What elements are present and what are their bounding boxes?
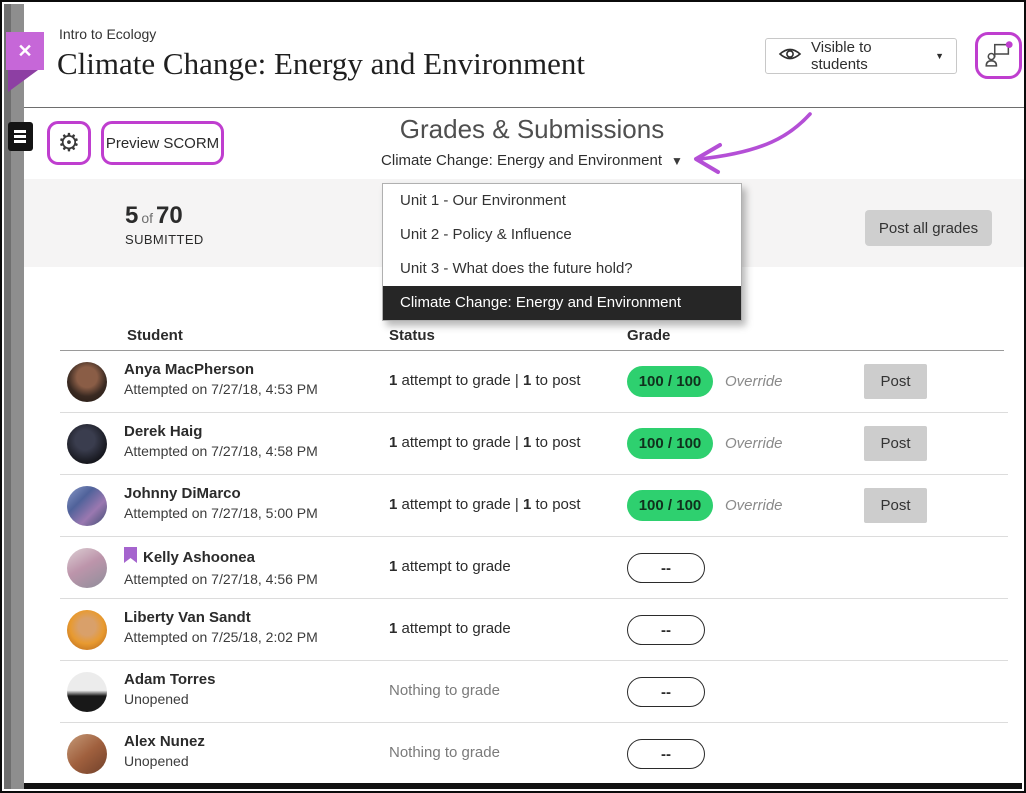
of-label: of	[138, 210, 156, 226]
bookmark-flag-icon	[124, 547, 137, 568]
attempt-subtext: Attempted on 7/27/18, 4:53 PM	[124, 381, 318, 397]
grade-pill-empty[interactable]: --	[627, 677, 705, 707]
post-all-grades-button[interactable]: Post all grades	[865, 210, 992, 246]
column-header-status: Status	[389, 327, 435, 344]
visibility-dropdown-button[interactable]: Visible to students ▼	[765, 38, 957, 74]
student-name[interactable]: Adam Torres	[124, 671, 215, 688]
preview-scorm-button[interactable]: Preview SCORM	[101, 121, 224, 165]
table-row: Anya MacPherson Attempted on 7/27/18, 4:…	[60, 351, 1008, 413]
column-header-grade: Grade	[627, 327, 670, 344]
student-activity-button[interactable]	[975, 32, 1022, 79]
page-title: Climate Change: Energy and Environment	[57, 46, 585, 82]
table-row: Johnny DiMarco Attempted on 7/27/18, 5:0…	[60, 475, 1008, 537]
attempt-subtext: Attempted on 7/27/18, 5:00 PM	[124, 505, 318, 521]
annotation-arrow	[684, 108, 814, 185]
eye-icon	[778, 46, 802, 67]
item-selector-label: Climate Change: Energy and Environment	[381, 152, 662, 169]
student-rows: Anya MacPherson Attempted on 7/27/18, 4:…	[60, 351, 1008, 785]
caret-down-icon: ▼	[671, 154, 683, 168]
attempt-subtext: Unopened	[124, 753, 205, 769]
course-name: Intro to Ecology	[59, 26, 156, 42]
student-name[interactable]: Johnny DiMarco	[124, 485, 241, 502]
override-label: Override	[725, 497, 783, 514]
menu-item-unit3[interactable]: Unit 3 - What does the future hold?	[383, 252, 741, 286]
table-row: Kelly Ashoonea Attempted on 7/27/18, 4:5…	[60, 537, 1008, 599]
close-button[interactable]: ✕	[6, 32, 44, 70]
attempt-subtext: Attempted on 7/25/18, 2:02 PM	[124, 629, 318, 645]
item-selector[interactable]: Climate Change: Energy and Environment ▼	[381, 152, 683, 169]
grade-pill[interactable]: 100 / 100	[627, 490, 713, 521]
avatar	[67, 548, 107, 588]
grade-pill-empty[interactable]: --	[627, 739, 705, 769]
status-text: 1 attempt to grade	[389, 620, 511, 637]
item-selector-menu: Unit 1 - Our Environment Unit 2 - Policy…	[382, 183, 742, 321]
status-text: 1 attempt to grade	[389, 558, 511, 575]
menu-item-unit2[interactable]: Unit 2 - Policy & Influence	[383, 218, 741, 252]
bottom-bar	[24, 783, 1022, 789]
menu-item-unit1[interactable]: Unit 1 - Our Environment	[383, 184, 741, 218]
avatar	[67, 672, 107, 712]
status-text: 1 attempt to grade | 1 to post	[389, 434, 581, 451]
table-row: Liberty Van Sandt Attempted on 7/25/18, …	[60, 599, 1008, 661]
settings-button[interactable]: ⚙	[47, 121, 91, 165]
gear-icon: ⚙	[58, 128, 80, 158]
avatar	[67, 424, 107, 464]
menu-icon[interactable]	[8, 122, 33, 151]
grade-pill[interactable]: 100 / 100	[627, 428, 713, 459]
total-count: 70	[156, 202, 183, 229]
grade-pill[interactable]: 100 / 100	[627, 366, 713, 397]
grade-pill-empty[interactable]: --	[627, 615, 705, 645]
student-name[interactable]: Liberty Van Sandt	[124, 609, 251, 626]
grades-submissions-page: ✕ Intro to Ecology Climate Change: Energ…	[0, 0, 1026, 793]
submitted-label: SUBMITTED	[125, 232, 204, 247]
student-name[interactable]: Derek Haig	[124, 423, 202, 440]
header-divider	[24, 107, 1024, 108]
student-name[interactable]: Alex Nunez	[124, 733, 205, 750]
submitted-count: 5	[125, 202, 138, 229]
section-title: Grades & Submissions	[332, 114, 732, 145]
post-button[interactable]: Post	[864, 426, 927, 461]
post-button[interactable]: Post	[864, 488, 927, 523]
post-button[interactable]: Post	[864, 364, 927, 399]
avatar	[67, 362, 107, 402]
submission-stats: 5of70 SUBMITTED	[125, 202, 204, 247]
column-header-student: Student	[127, 327, 183, 344]
override-label: Override	[725, 373, 783, 390]
table-row: Adam Torres Unopened Nothing to grade --	[60, 661, 1008, 723]
override-label: Override	[725, 435, 783, 452]
status-text: 1 attempt to grade | 1 to post	[389, 496, 581, 513]
grade-pill-empty[interactable]: --	[627, 553, 705, 583]
visibility-label: Visible to students	[811, 39, 924, 73]
avatar	[67, 734, 107, 774]
table-row: Derek Haig Attempted on 7/27/18, 4:58 PM…	[60, 413, 1008, 475]
status-text: Nothing to grade	[389, 744, 500, 761]
attempt-subtext: Attempted on 7/27/18, 4:56 PM	[124, 571, 318, 587]
status-text: Nothing to grade	[389, 682, 500, 699]
avatar	[67, 610, 107, 650]
menu-item-climate-change-selected[interactable]: Climate Change: Energy and Environment	[383, 286, 741, 320]
student-activity-icon	[982, 37, 1016, 74]
student-name[interactable]: Kelly Ashoonea	[143, 549, 255, 566]
table-row: Alex Nunez Unopened Nothing to grade --	[60, 723, 1008, 785]
attempt-subtext: Unopened	[124, 691, 215, 707]
attempt-subtext: Attempted on 7/27/18, 4:58 PM	[124, 443, 318, 459]
chevron-down-icon: ▼	[935, 51, 944, 61]
student-name[interactable]: Anya MacPherson	[124, 361, 254, 378]
close-ribbon-decoration	[8, 70, 38, 92]
avatar	[67, 486, 107, 526]
status-text: 1 attempt to grade | 1 to post	[389, 372, 581, 389]
